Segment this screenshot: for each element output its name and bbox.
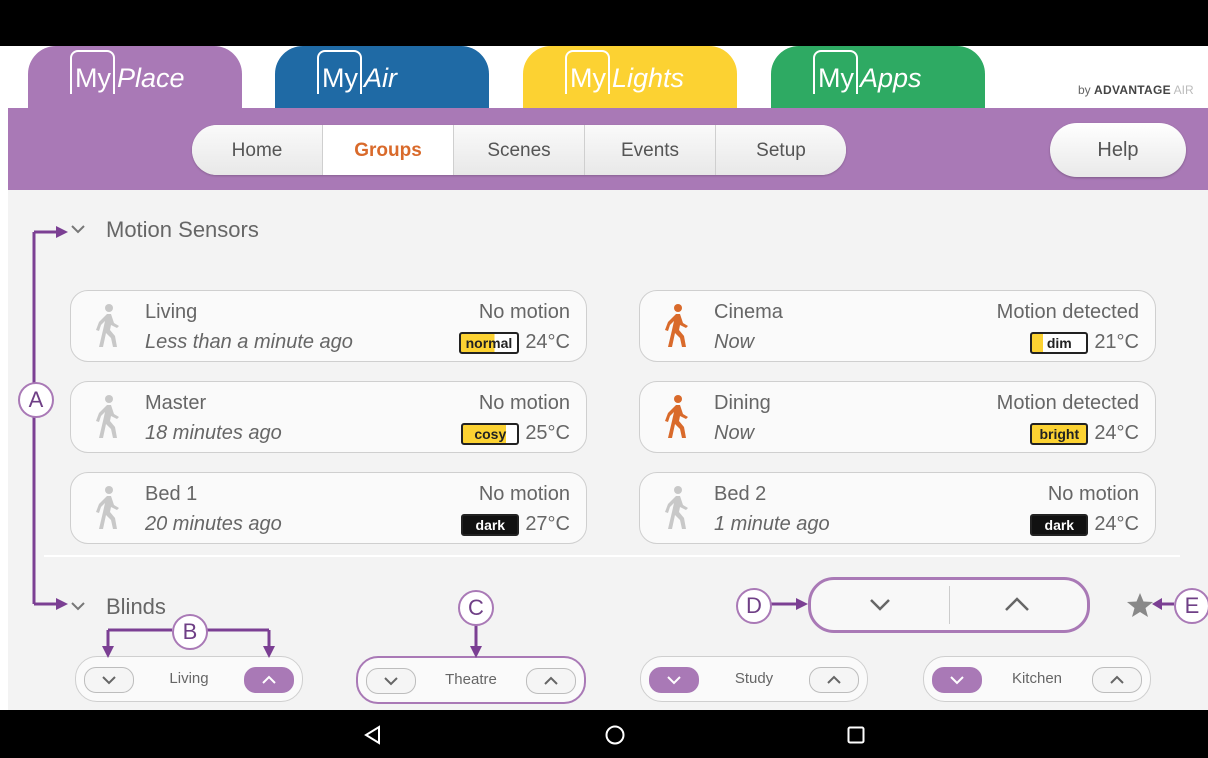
android-nav-bar (0, 710, 1208, 758)
callout-a: A (18, 382, 54, 418)
back-triangle (364, 725, 380, 745)
callout-e: E (1174, 588, 1208, 624)
home-circle (605, 725, 625, 745)
back-icon[interactable] (362, 724, 384, 751)
callout-c: C (458, 590, 494, 626)
callout-d: D (736, 588, 772, 624)
recents-square (847, 726, 865, 744)
callout-b: B (172, 614, 208, 650)
home-icon[interactable] (604, 724, 626, 751)
recents-icon[interactable] (845, 724, 867, 751)
